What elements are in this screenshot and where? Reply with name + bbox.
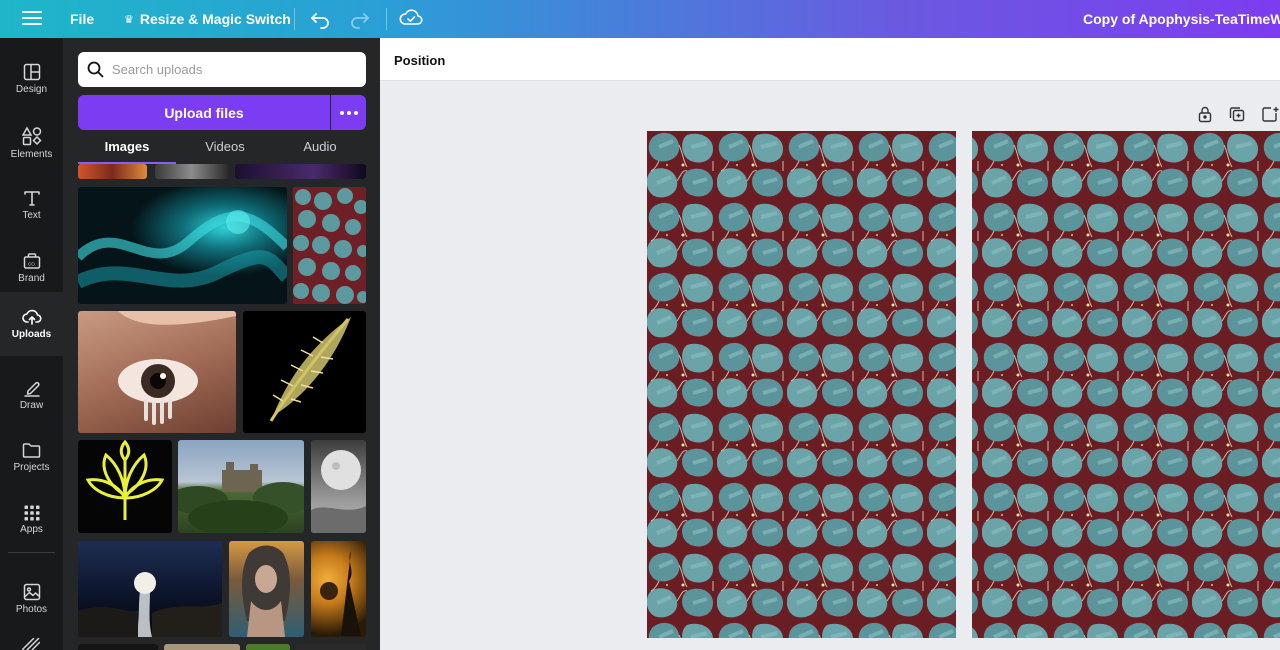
uploads-panel: Upload files Images Videos Audio bbox=[63, 38, 380, 650]
upload-thumbnail[interactable] bbox=[296, 644, 366, 650]
upload-thumbnail[interactable] bbox=[178, 440, 304, 533]
brand-icon: CO. bbox=[23, 253, 40, 269]
document-title[interactable]: Copy of Apophysis-TeaTimeWithA bbox=[1083, 11, 1280, 27]
smoke-image bbox=[78, 210, 287, 289]
lock-icon[interactable] bbox=[1197, 106, 1213, 123]
search-icon bbox=[87, 61, 104, 78]
neon-leaf-image bbox=[85, 440, 165, 520]
apps-grid-icon bbox=[24, 505, 39, 521]
upload-thumbnail[interactable] bbox=[293, 187, 366, 304]
ellipsis-dot bbox=[346, 110, 351, 115]
svg-text:CO.: CO. bbox=[27, 262, 35, 267]
cloud-saved-icon[interactable] bbox=[398, 5, 424, 31]
upload-thumbnail[interactable] bbox=[78, 164, 147, 179]
upload-thumbnail[interactable] bbox=[78, 541, 222, 637]
media-tabs: Images Videos Audio bbox=[78, 136, 366, 164]
nav-label: Uploads bbox=[11, 329, 52, 340]
nav-item-apps[interactable]: Apps bbox=[0, 490, 63, 550]
folder-icon bbox=[22, 443, 41, 458]
upload-thumbnail[interactable] bbox=[235, 164, 366, 179]
nav-item-projects[interactable]: Projects bbox=[0, 427, 63, 487]
nav-divider bbox=[8, 552, 55, 553]
upload-thumbnail[interactable] bbox=[164, 644, 240, 650]
upload-thumbnail[interactable] bbox=[311, 541, 366, 637]
nav-label: Elements bbox=[10, 149, 53, 160]
draw-icon bbox=[23, 381, 40, 397]
toolbar-divider bbox=[294, 8, 295, 30]
file-menu-button[interactable]: File bbox=[70, 11, 94, 27]
design-page-2[interactable] bbox=[972, 131, 1280, 638]
nav-item-elements[interactable]: Elements bbox=[0, 111, 63, 171]
castle-landscape-image bbox=[178, 462, 304, 533]
upload-thumbnail[interactable] bbox=[78, 311, 236, 433]
resize-label: Resize & Magic Switch bbox=[139, 11, 291, 27]
toolbar-divider bbox=[386, 8, 387, 30]
left-navigation: Design Elements Text CO. Brand Uploads D… bbox=[0, 38, 63, 650]
undo-icon[interactable] bbox=[308, 6, 332, 30]
photo-icon bbox=[23, 583, 40, 601]
nav-item-design[interactable]: Design bbox=[0, 48, 63, 108]
elements-icon bbox=[21, 126, 42, 146]
tab-audio[interactable]: Audio bbox=[274, 139, 366, 154]
nav-label: Photos bbox=[15, 604, 48, 615]
nav-item-text[interactable]: Text bbox=[0, 174, 63, 234]
ellipsis-dot bbox=[353, 110, 358, 115]
upload-thumbnail[interactable] bbox=[78, 644, 158, 650]
nav-label: Text bbox=[22, 210, 41, 221]
redo-icon[interactable] bbox=[348, 6, 372, 30]
top-bar: File ♛ Resize & Magic Switch Copy of Apo… bbox=[0, 0, 1280, 38]
nav-label: Projects bbox=[13, 462, 50, 473]
crown-icon: ♛ bbox=[124, 13, 134, 26]
marble-pattern-image bbox=[293, 187, 366, 304]
upload-thumbnail[interactable] bbox=[78, 440, 172, 533]
upload-files-button[interactable]: Upload files bbox=[78, 95, 330, 130]
eye-closeup-image bbox=[118, 311, 236, 425]
ellipsis-icon bbox=[339, 110, 344, 115]
nav-label: Brand bbox=[18, 273, 45, 284]
resize-magic-switch-button[interactable]: ♛ Resize & Magic Switch bbox=[124, 11, 291, 27]
nav-item-uploads[interactable]: Uploads bbox=[0, 292, 63, 356]
nav-item-draw[interactable]: Draw bbox=[0, 364, 63, 424]
upload-cloud-icon bbox=[21, 309, 42, 325]
upload-thumbnail[interactable] bbox=[311, 440, 366, 533]
upload-thumbnail[interactable] bbox=[229, 541, 304, 637]
upload-thumbnail[interactable] bbox=[78, 187, 287, 304]
mermaid-woman-image bbox=[242, 545, 290, 637]
search-input[interactable] bbox=[112, 62, 342, 77]
nav-item-photos[interactable]: Photos bbox=[0, 568, 63, 628]
design-icon bbox=[23, 63, 40, 81]
upload-thumbnail[interactable] bbox=[246, 644, 290, 650]
add-page-icon[interactable] bbox=[1261, 106, 1280, 123]
silhouette-lantern-image bbox=[320, 551, 361, 636]
duplicate-page-icon[interactable] bbox=[1229, 106, 1245, 123]
tab-videos[interactable]: Videos bbox=[176, 139, 274, 154]
pattern-icon[interactable] bbox=[22, 638, 40, 650]
tab-images[interactable]: Images bbox=[78, 139, 176, 154]
moon-sea-image bbox=[311, 450, 366, 533]
context-toolbar: Position bbox=[380, 38, 1280, 81]
position-button[interactable]: Position bbox=[394, 53, 445, 68]
upload-thumbnail[interactable] bbox=[243, 311, 366, 433]
upload-thumbnail[interactable] bbox=[155, 164, 228, 179]
nav-label: Draw bbox=[19, 400, 44, 411]
hamburger-menu-icon[interactable] bbox=[22, 7, 42, 31]
text-icon bbox=[23, 191, 40, 206]
design-page-1[interactable] bbox=[647, 131, 956, 638]
moon-waterfall-image bbox=[78, 572, 222, 637]
nav-label: Apps bbox=[20, 524, 43, 535]
nav-item-brand[interactable]: CO. Brand bbox=[0, 237, 63, 297]
search-box[interactable] bbox=[78, 52, 366, 87]
nav-label: Design bbox=[15, 84, 48, 95]
golden-feather-image bbox=[269, 317, 351, 422]
more-options-button[interactable] bbox=[331, 95, 366, 130]
